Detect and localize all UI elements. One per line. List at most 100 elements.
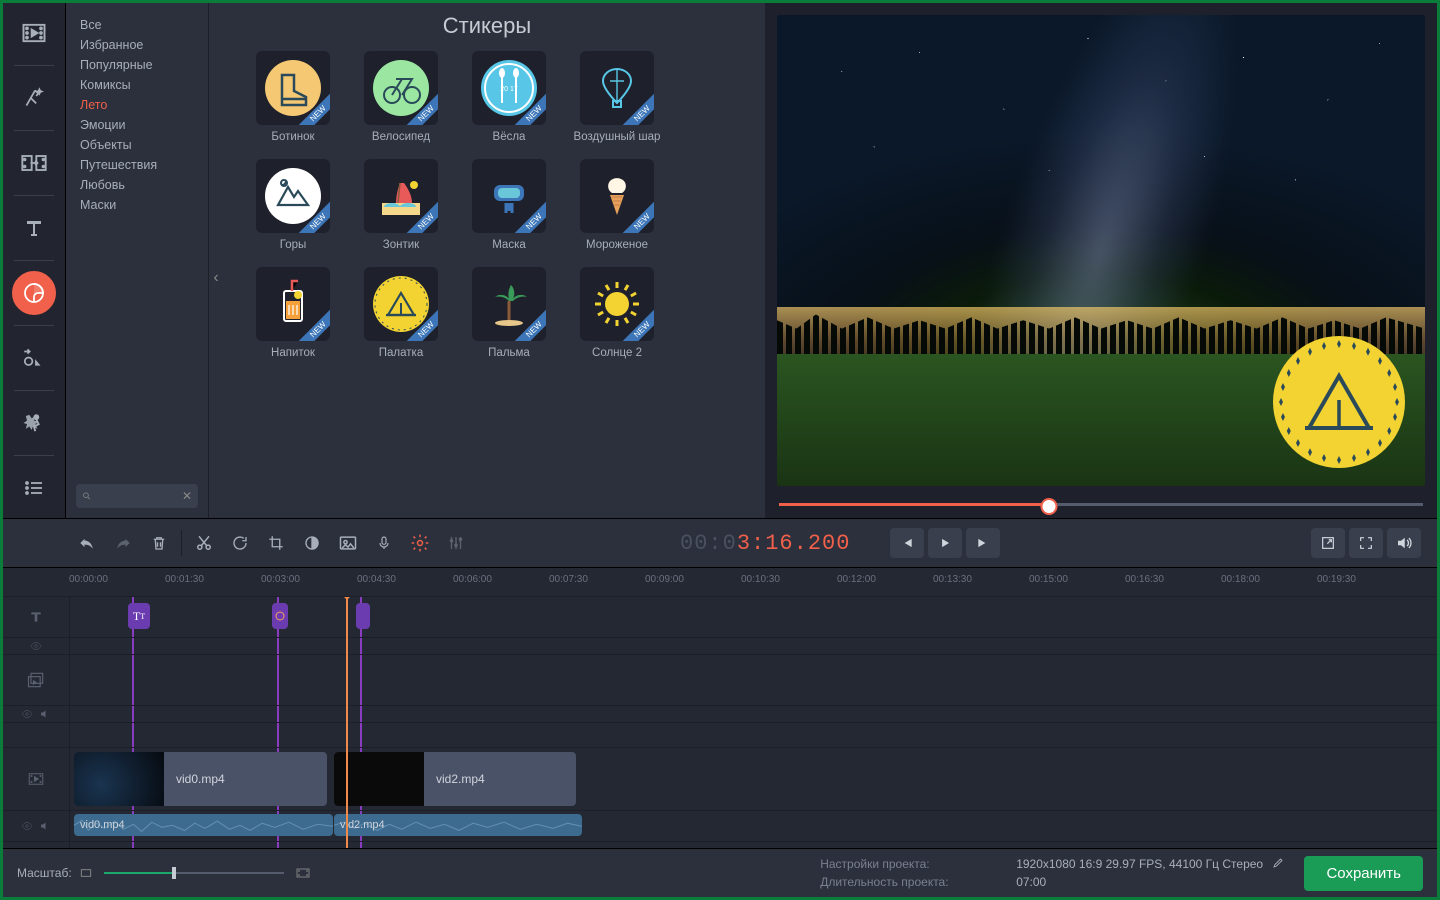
applied-sticker-tent[interactable] (1265, 328, 1413, 476)
prev-frame-button[interactable] (890, 528, 924, 558)
detach-preview-button[interactable] (1311, 528, 1345, 558)
sticker-icecream[interactable]: NEWМороженое (569, 159, 665, 253)
search-icon (82, 490, 91, 502)
overlay-track[interactable] (70, 655, 1437, 706)
save-button[interactable]: Сохранить (1304, 856, 1423, 891)
overlay-track-icon (26, 670, 46, 690)
svg-text:20 17: 20 17 (500, 86, 518, 93)
filters-tab[interactable] (3, 68, 65, 128)
left-toolbar (3, 3, 66, 518)
preview-seek-bar[interactable] (779, 494, 1423, 514)
category-item[interactable]: Лето (80, 95, 208, 115)
clear-search-icon[interactable]: ✕ (182, 489, 192, 503)
project-duration-value: 07:00 (1016, 875, 1046, 889)
category-item[interactable]: Популярные (80, 55, 208, 75)
category-search[interactable]: ✕ (76, 484, 198, 508)
animations-tab[interactable] (3, 393, 65, 453)
toolbar: 00:03:16.200 (3, 518, 1437, 568)
eye-icon (30, 640, 42, 652)
transitions-tab[interactable] (3, 133, 65, 193)
ruler-mark: 00:09:00 (645, 574, 684, 585)
sticker-tent[interactable]: NEWПалатка (353, 267, 449, 361)
sticker-mask[interactable]: NEWМаска (461, 159, 557, 253)
sticker-sun[interactable]: NEWСолнце 2 (569, 267, 665, 361)
zoom-slider[interactable] (104, 870, 284, 876)
ruler-mark: 00:19:30 (1317, 574, 1356, 585)
audio-track[interactable]: 🔗 vid0.mp4 🔗 vid2.mp4 (70, 811, 1437, 842)
category-item[interactable]: Объекты (80, 135, 208, 155)
category-item[interactable]: Путешествия (80, 155, 208, 175)
sticker-drink[interactable]: NEWНапиток (245, 267, 341, 361)
stickers-tab[interactable] (3, 263, 65, 323)
video-track-head[interactable] (3, 748, 69, 811)
color-adjust-button[interactable] (294, 525, 330, 561)
sticker-boot[interactable]: NEWБотинок (245, 51, 341, 145)
sticker-bike[interactable]: NEWВелосипед (353, 51, 449, 145)
category-item[interactable]: Все (80, 15, 208, 35)
eye-icon[interactable] (21, 708, 33, 720)
search-input[interactable] (91, 489, 182, 503)
category-item[interactable]: Эмоции (80, 115, 208, 135)
footer: Масштаб: Настройки проекта:1920x1080 16:… (3, 848, 1437, 897)
titles-track-head[interactable] (3, 597, 69, 638)
delete-button[interactable] (141, 525, 177, 561)
record-audio-button[interactable] (366, 525, 402, 561)
eye-icon[interactable] (21, 820, 33, 832)
titles-tab[interactable] (3, 198, 65, 258)
video-clip-0[interactable]: vid0.mp4 (74, 752, 327, 806)
preview-canvas[interactable] (777, 15, 1425, 486)
volume-button[interactable] (1387, 528, 1421, 558)
ruler-mark: 00:07:30 (549, 574, 588, 585)
zoom-in-icon[interactable] (294, 865, 312, 881)
sticker-palm[interactable]: NEWПальма (461, 267, 557, 361)
category-item[interactable]: Маски (80, 195, 208, 215)
clip-properties-button[interactable] (330, 525, 366, 561)
sticker-mountains[interactable]: NEWГоры (245, 159, 341, 253)
speaker-icon[interactable] (39, 820, 51, 832)
more-tab[interactable] (3, 458, 65, 518)
ruler-mark: 00:13:30 (933, 574, 972, 585)
ruler-mark: 00:04:30 (357, 574, 396, 585)
preview-pane (765, 3, 1437, 518)
zoom-out-icon[interactable] (78, 865, 94, 881)
edit-settings-icon[interactable] (1272, 857, 1284, 869)
audio-clip-0[interactable]: 🔗 vid0.mp4 (74, 814, 333, 836)
equalizer-button[interactable] (438, 525, 474, 561)
titles-track-toggle[interactable] (3, 638, 69, 655)
ruler-mark: 00:15:00 (1029, 574, 1068, 585)
video-clip-1[interactable]: vid2.mp4 (334, 752, 576, 806)
redo-button[interactable] (105, 525, 141, 561)
collapse-handle[interactable]: ‹ (209, 243, 223, 313)
video-track[interactable]: vid0.mp4 vid2.mp4 (70, 748, 1437, 811)
next-frame-button[interactable] (966, 528, 1000, 558)
timecode-display: 00:03:16.200 (680, 531, 850, 556)
overlay-track-head[interactable] (3, 655, 69, 706)
crop-button[interactable] (258, 525, 294, 561)
audio-clip-1[interactable]: 🔗 vid2.mp4 (334, 814, 582, 836)
rotate-button[interactable] (222, 525, 258, 561)
timeline: TT vid0.mp4 vid2.mp4 🔗 vid0.m (3, 597, 1437, 848)
category-item[interactable]: Комиксы (80, 75, 208, 95)
titles-track[interactable]: TT (70, 597, 1437, 638)
settings-button[interactable] (402, 525, 438, 561)
sticker-clip[interactable] (272, 603, 288, 629)
ruler-mark: 00:18:00 (1221, 574, 1260, 585)
sticker-umbrella[interactable]: NEWЗонтик (353, 159, 449, 253)
title-clip[interactable]: TT (128, 603, 150, 629)
sticker-paddles[interactable]: 20 17NEWВёсла (461, 51, 557, 145)
ruler-mark: 00:06:00 (453, 574, 492, 585)
ruler-mark: 00:03:00 (261, 574, 300, 585)
category-item[interactable]: Избранное (80, 35, 208, 55)
fullscreen-button[interactable] (1349, 528, 1383, 558)
ruler-mark: 00:00:00 (69, 574, 108, 585)
import-tab[interactable] (3, 3, 65, 63)
category-item[interactable]: Любовь (80, 175, 208, 195)
sticker-clip-2[interactable] (356, 603, 370, 629)
timeline-ruler[interactable]: 00:00:0000:01:3000:03:0000:04:3000:06:00… (3, 568, 1437, 597)
undo-button[interactable] (69, 525, 105, 561)
callouts-tab[interactable] (3, 328, 65, 388)
split-button[interactable] (186, 525, 222, 561)
speaker-icon[interactable] (39, 708, 51, 720)
sticker-balloon[interactable]: NEWВоздушный шар (569, 51, 665, 145)
play-button[interactable] (928, 528, 962, 558)
